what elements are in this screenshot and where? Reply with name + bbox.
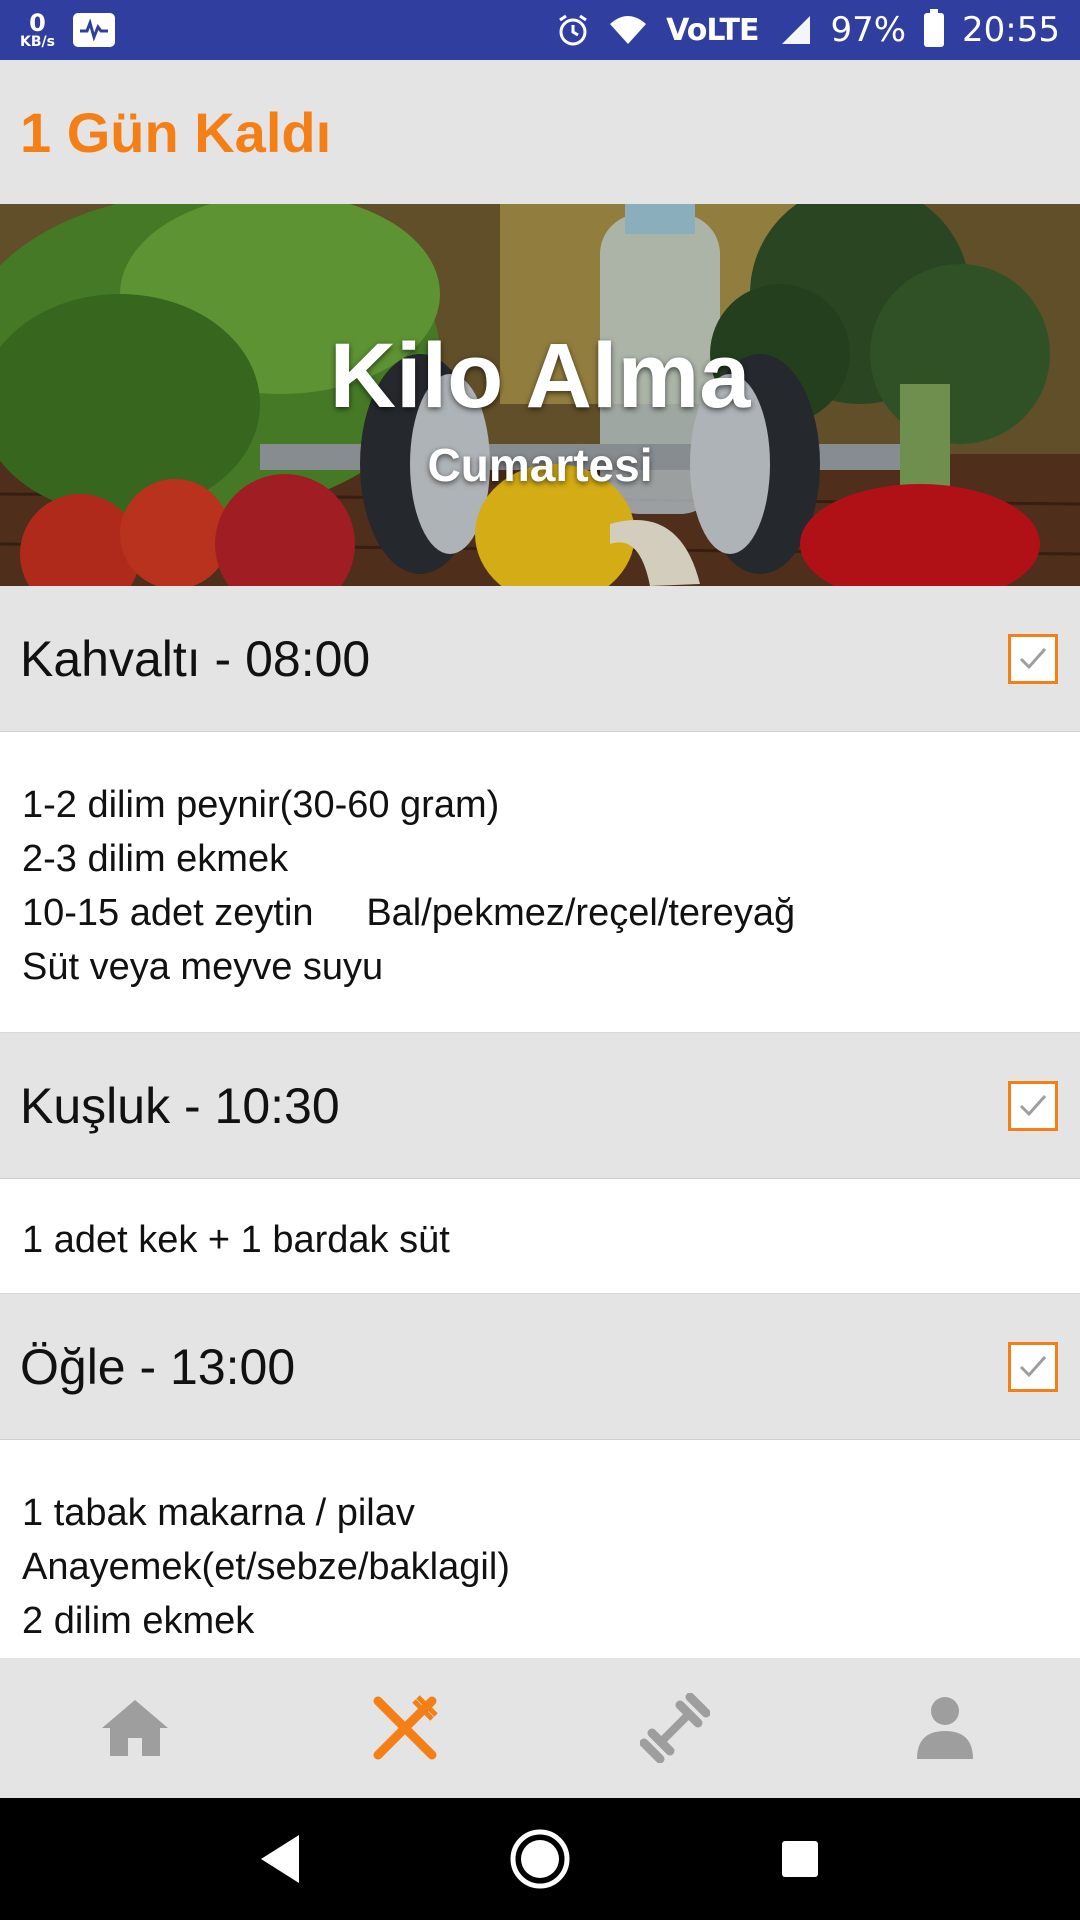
- alarm-icon: [559, 14, 587, 46]
- network-speed: 0 KB/s: [20, 11, 55, 49]
- nav-diet[interactable]: [305, 1658, 505, 1798]
- fork-knife-icon: [373, 1695, 438, 1760]
- meal-header-lunch[interactable]: Öğle - 13:00: [0, 1294, 1080, 1440]
- volte-indicator: VoLTE: [666, 12, 759, 48]
- nav-home[interactable]: [35, 1658, 235, 1798]
- app-header: 1 Gün Kaldı: [0, 60, 1080, 204]
- battery-percent: 97%: [830, 10, 907, 50]
- meal-title: Kuşluk - 10:30: [20, 1077, 340, 1134]
- battery-icon: [924, 9, 945, 47]
- person-icon: [917, 1697, 973, 1759]
- check-icon: [1019, 1355, 1047, 1377]
- meal-item: Süt veya meyve suyu: [22, 946, 384, 988]
- meal-item: 2-3 dilim ekmek: [22, 838, 289, 880]
- meal-item: 1-2 dilim peynir(30-60 gram): [22, 784, 500, 826]
- signal-icon: [782, 16, 811, 44]
- wifi-icon: [610, 16, 647, 44]
- back-icon: [261, 1835, 299, 1883]
- home-circle-icon: [510, 1829, 570, 1889]
- clock: 20:55: [962, 10, 1060, 50]
- meal-body-breakfast: 1-2 dilim peynir(30-60 gram) 2-3 dilim e…: [0, 732, 1080, 1033]
- meal-item: Anayemek(et/sebze/baklagil): [22, 1546, 510, 1588]
- meal-title: Öğle - 13:00: [20, 1338, 296, 1395]
- check-icon: [1019, 1094, 1047, 1116]
- nav-profile[interactable]: [845, 1658, 1045, 1798]
- meal-checkbox[interactable]: [1008, 633, 1058, 684]
- meal-title: Kahvaltı - 08:00: [20, 630, 371, 687]
- meal-item: 1 adet kek + 1 bardak süt: [22, 1219, 450, 1261]
- meal-checkbox[interactable]: [1008, 1341, 1058, 1392]
- network-speed-unit: KB/s: [20, 34, 55, 50]
- back-button[interactable]: [230, 1809, 330, 1909]
- status-bar: 0 KB/s VoLTE 97% 20:55: [0, 0, 1080, 60]
- meal-body-snack: 1 adet kek + 1 bardak süt: [0, 1179, 1080, 1294]
- system-navigation-bar: [0, 1798, 1080, 1920]
- recents-button[interactable]: [750, 1809, 850, 1909]
- check-icon: [1019, 647, 1047, 669]
- meal-list: Kahvaltı - 08:00 1-2 dilim peynir(30-60 …: [0, 586, 1080, 1658]
- bottom-navigation: [0, 1658, 1080, 1798]
- meal-item: 2 dilim ekmek: [22, 1600, 255, 1642]
- home-icon: [102, 1700, 168, 1756]
- network-speed-value: 0: [29, 9, 46, 37]
- recents-icon: [782, 1841, 818, 1877]
- meal-header-snack[interactable]: Kuşluk - 10:30: [0, 1033, 1080, 1179]
- meal-checkbox[interactable]: [1008, 1080, 1058, 1131]
- meal-item: 10-15 adet zeytin Bal/pekmez/reçel/terey…: [22, 892, 796, 934]
- activity-monitor-icon: [72, 13, 115, 47]
- hero-subtitle: Cumartesi: [427, 439, 653, 491]
- page-title: 1 Gün Kaldı: [20, 100, 332, 164]
- nav-workout[interactable]: [575, 1658, 775, 1798]
- meal-header-breakfast[interactable]: Kahvaltı - 08:00: [0, 586, 1080, 732]
- meal-body-lunch: 1 tabak makarna / pilav Anayemek(et/sebz…: [0, 1440, 1080, 1658]
- home-button[interactable]: [490, 1809, 590, 1909]
- hero-banner: Kilo Alma Cumartesi: [0, 204, 1080, 586]
- dumbbell-icon: [640, 1693, 710, 1763]
- meal-item: 1 tabak makarna / pilav: [22, 1492, 415, 1534]
- hero-title: Kilo Alma: [329, 325, 751, 427]
